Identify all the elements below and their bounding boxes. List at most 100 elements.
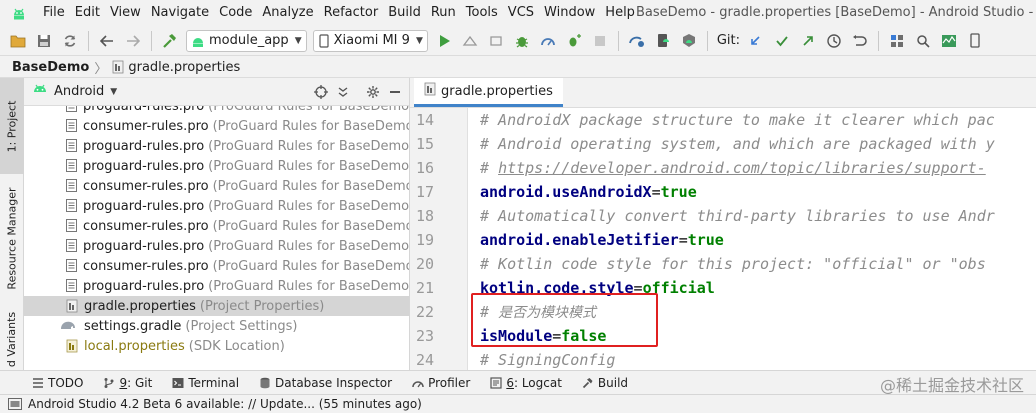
menu-view[interactable]: View	[105, 0, 146, 26]
apply-code-changes-icon[interactable]	[484, 29, 508, 53]
save-icon[interactable]	[32, 29, 56, 53]
tree-item[interactable]: proguard-rules.pro (ProGuard Rules for Ba…	[24, 276, 409, 296]
search-icon[interactable]	[911, 29, 935, 53]
build-hammer-icon[interactable]	[158, 29, 182, 53]
status-message-icon	[8, 398, 22, 410]
menu-build[interactable]: Build	[383, 0, 426, 26]
tab-build-variants[interactable]: d Variants	[0, 308, 24, 370]
logcat-tool-button[interactable]: 6: Logcat	[490, 376, 562, 390]
profile-gauge-icon[interactable]	[536, 29, 560, 53]
highlight-annotation-box	[471, 293, 658, 347]
menu-run[interactable]: Run	[426, 0, 461, 26]
debug-bug-icon[interactable]	[510, 29, 534, 53]
menu-edit[interactable]: Edit	[70, 0, 105, 26]
menu-refactor[interactable]: Refactor	[319, 0, 384, 26]
back-arrow-icon[interactable]	[95, 29, 119, 53]
menu-file[interactable]: File	[38, 0, 70, 26]
tree-item[interactable]: proguard-rules.pro (ProGuard Rules for Ba…	[24, 136, 409, 156]
menu-code[interactable]: Code	[214, 0, 257, 26]
tree-item-desc: (ProGuard Rules for BaseDemo.mou	[208, 238, 409, 254]
line-number-gutter: 14 15 16 17 18 19 20 21 22 23 24	[410, 108, 468, 370]
tab-project[interactable]: 1: Project	[0, 78, 24, 174]
status-message[interactable]: Android Studio 4.2 Beta 6 available: // …	[28, 397, 422, 411]
device-label: Xiaomi MI 9	[333, 33, 410, 48]
menu-tools[interactable]: Tools	[461, 0, 503, 26]
gear-icon[interactable]	[362, 81, 384, 103]
run-configuration-select[interactable]: module_app ▼	[186, 29, 307, 52]
code-line: # Kotlin code style for this project: "o…	[480, 252, 986, 276]
forward-arrow-icon[interactable]	[121, 29, 145, 53]
pro-file-icon	[66, 239, 77, 253]
tab-resource-manager-label: Resource Manager	[5, 186, 19, 290]
terminal-tool-button[interactable]: Terminal	[172, 376, 239, 390]
git-commit-check-icon[interactable]	[770, 29, 794, 53]
device-manager-icon[interactable]	[963, 29, 987, 53]
hide-panel-icon[interactable]	[384, 81, 406, 103]
tree-item[interactable]: consumer-rules.pro (ProGuard Rules for Ba…	[24, 176, 409, 196]
toolbar-separator	[617, 30, 619, 51]
collapse-all-icon[interactable]	[332, 81, 354, 103]
terminal-icon	[172, 377, 184, 389]
sdk-manager-icon[interactable]	[677, 29, 701, 53]
tree-item[interactable]: consumer-rules.pro (ProGuard Rules for Ba…	[24, 116, 409, 136]
tree-item-desc: (ProGuard Rules for BaseDemo.moc	[208, 198, 409, 214]
documentation-link-text[interactable]: https://developer.android.com/topic/libr…	[498, 159, 986, 177]
list-icon	[32, 377, 44, 389]
tab-gradle-properties[interactable]: gradle.properties	[414, 78, 563, 107]
database-inspector-label: Database Inspector	[275, 375, 393, 390]
project-view-select[interactable]: Android	[54, 84, 104, 99]
editor-tab-label: gradle.properties	[441, 83, 553, 99]
tree-item-name: consumer-rules.pro	[83, 178, 209, 194]
tree-item-selected[interactable]: gradle.properties (Project Properties)	[24, 296, 409, 316]
tree-item-desc: (ProGuard Rules for BaseDemo.mou	[212, 258, 409, 274]
database-icon	[259, 377, 271, 389]
menu-window[interactable]: Window	[539, 0, 600, 26]
menu-help[interactable]: Help	[600, 0, 640, 26]
chevron-down-icon[interactable]: ▼	[110, 87, 117, 97]
git-history-clock-icon[interactable]	[822, 29, 846, 53]
toolbar-separator	[878, 30, 880, 51]
gradle-sync-icon[interactable]	[625, 29, 649, 53]
git-rollback-icon[interactable]	[848, 29, 872, 53]
project-structure-icon[interactable]	[885, 29, 909, 53]
device-select[interactable]: Xiaomi MI 9 ▼	[312, 29, 428, 52]
tree-item[interactable]: proguard-rules.pro (ProGuard Rules for Ba…	[24, 236, 409, 256]
attach-debugger-icon[interactable]	[562, 29, 586, 53]
tab-build-variants-label: d Variants	[5, 311, 19, 367]
menu-analyze[interactable]: Analyze	[257, 0, 318, 26]
open-folder-icon[interactable]	[6, 29, 30, 53]
breadcrumb-file[interactable]: gradle.properties	[128, 60, 240, 75]
avd-manager-icon[interactable]	[651, 29, 675, 53]
todo-tool-button[interactable]: TODO	[32, 376, 83, 390]
tree-item[interactable]: consumer-rules.pro (ProGuard Rules for Ba…	[24, 256, 409, 276]
tree-item[interactable]: proguard-rules.pro (ProGuard Rules for Ba…	[24, 156, 409, 176]
tree-item-name: proguard-rules.pro	[83, 278, 205, 294]
tree-item[interactable]: local.properties (SDK Location)	[24, 336, 409, 356]
toolbar-separator	[151, 30, 152, 51]
git-update-icon[interactable]	[744, 29, 768, 53]
pro-file-icon	[66, 179, 77, 193]
run-configuration-label: module_app	[209, 33, 289, 48]
build-tool-button[interactable]: Build	[582, 376, 628, 390]
git-tool-button[interactable]: 9: Git	[103, 376, 152, 390]
git-push-icon[interactable]	[796, 29, 820, 53]
menu-vcs[interactable]: VCS	[503, 0, 539, 26]
profiler-chart-icon[interactable]	[937, 29, 961, 53]
stop-icon[interactable]	[588, 29, 612, 53]
locate-crosshair-icon[interactable]	[310, 81, 332, 103]
run-play-icon[interactable]	[432, 29, 456, 53]
documentation-link[interactable]: https://developer.android.com/topic/libr…	[498, 159, 986, 177]
tree-item[interactable]: proguard-rules.pro (ProGuard Rules for Ba…	[24, 196, 409, 216]
menu-navigate[interactable]: Navigate	[146, 0, 214, 26]
profiler-tool-button[interactable]: Profiler	[412, 376, 470, 390]
breadcrumb-project[interactable]: BaseDemo	[12, 60, 89, 75]
code-comment: # SigningConfig	[480, 351, 616, 369]
apply-changes-icon[interactable]	[458, 29, 482, 53]
database-inspector-tool-button[interactable]: Database Inspector	[259, 376, 392, 390]
tree-item[interactable]: settings.gradle (Project Settings)	[24, 316, 409, 336]
logcat-mnemonic: 6	[506, 375, 514, 390]
sync-icon[interactable]	[58, 29, 82, 53]
tree-item[interactable]: consumer-rules.pro (ProGuard Rules for Ba…	[24, 216, 409, 236]
tab-resource-manager[interactable]: Resource Manager	[0, 178, 24, 298]
properties-file-icon	[66, 339, 78, 353]
